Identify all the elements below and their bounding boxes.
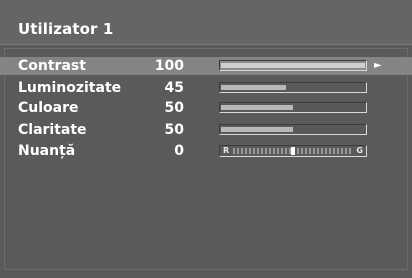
culoare-value: 50 [164, 100, 184, 116]
luminozitate-label: Luminozitate [18, 80, 122, 96]
tint-slider[interactable]: R G [219, 145, 367, 157]
culoare-label: Culoare [18, 100, 79, 116]
menu-item-culoare[interactable]: Culoare 50 [0, 99, 412, 117]
menu-header: Utilizator 1 [0, 0, 412, 45]
menu-item-nuanta[interactable]: Nuanță 0 R G [0, 142, 412, 160]
claritate-slider[interactable] [219, 124, 367, 135]
claritate-label: Claritate [18, 122, 87, 138]
contrast-label: Contrast [18, 58, 86, 74]
contrast-slider[interactable] [219, 60, 367, 71]
right-arrow-icon: ► [374, 60, 382, 71]
luminozitate-value: 45 [164, 80, 184, 96]
tint-center-marker [291, 147, 295, 155]
osd-menu: Utilizator 1 Contrast 100 ► Luminozitate… [0, 0, 412, 278]
culoare-slider[interactable] [219, 102, 367, 113]
culoare-slider-fill [221, 105, 293, 110]
contrast-slider-fill [221, 63, 365, 68]
luminozitate-slider[interactable] [219, 82, 367, 93]
tint-green-label: G [356, 146, 363, 155]
menu-item-claritate[interactable]: Claritate 50 [0, 121, 412, 139]
menu-item-contrast[interactable]: Contrast 100 ► [0, 57, 412, 75]
menu-title: Utilizator 1 [18, 20, 114, 38]
nuanta-label: Nuanță [18, 143, 76, 159]
claritate-value: 50 [164, 122, 184, 138]
menu-item-luminozitate[interactable]: Luminozitate 45 [0, 79, 412, 97]
claritate-slider-fill [221, 127, 293, 132]
nuanta-value: 0 [174, 143, 184, 159]
luminozitate-slider-fill [221, 85, 286, 90]
tint-scale-ticks [233, 147, 351, 155]
contrast-value: 100 [154, 58, 184, 74]
